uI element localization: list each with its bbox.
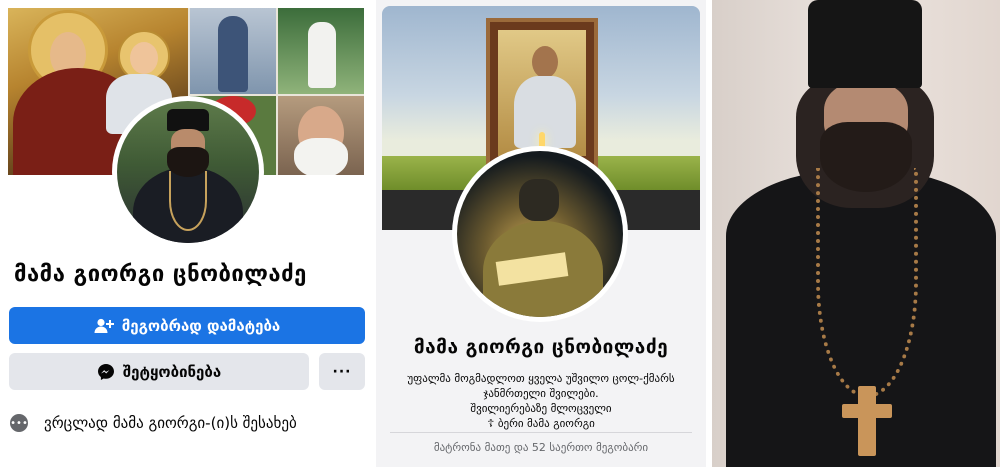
profile-name: მამა გიორგი ცნობილაძე: [14, 262, 307, 287]
add-friend-label: მეგობრად დამატება: [121, 316, 281, 335]
profile-avatar[interactable]: [112, 96, 264, 248]
cover-elder-image: [278, 96, 364, 175]
pectoral-cross: [858, 386, 876, 456]
more-icon: ···: [332, 363, 352, 380]
about-label: ვრცლად მამა გიორგი-(ი)ს შესახებ: [44, 414, 297, 432]
about-link[interactable]: ••• ვრცლად მამა გიორგი-(ი)ს შესახებ: [10, 414, 366, 432]
bio-line: უფალმა მოგმადლოთ ყველა უშვილო ცოლ-ქმარს: [407, 372, 675, 385]
priest-photo: [712, 0, 1000, 467]
profile-screenshot-1: მამა გიორგი ცნობილაძე მეგობრად დამატება …: [0, 0, 370, 467]
bio-line: შვილიერებაზე მლოცველი: [470, 402, 612, 415]
add-friend-button[interactable]: მეგობრად დამატება: [9, 307, 365, 344]
mutual-friends-link[interactable]: მატრონა მათე და 52 საერთო მეგობარი: [376, 441, 706, 454]
bio-line: ჯანმრთელი შვილები.: [483, 387, 599, 400]
messenger-icon: [97, 363, 115, 381]
message-button[interactable]: შეტყობინება: [9, 353, 309, 390]
profile-screenshot-2: მამა გიორგი ცნობილაძე უფალმა მოგმადლოთ ყ…: [376, 0, 706, 467]
divider: [390, 432, 692, 433]
cover-statue-image: [278, 8, 364, 94]
cover-saint-image: [190, 8, 276, 94]
profile-name: მამა გიორგი ცნობილაძე: [413, 336, 669, 358]
profile-avatar[interactable]: [452, 146, 628, 322]
pectoral-chain: [816, 168, 918, 398]
profile-bio: უფალმა მოგმადლოთ ყველა უშვილო ცოლ-ქმარს …: [376, 371, 706, 431]
ellipsis-icon: •••: [10, 414, 28, 432]
more-options-button[interactable]: ···: [319, 353, 365, 390]
bio-line: ☦ ბერი მამა გიორგი: [487, 417, 595, 430]
add-friend-icon: [94, 318, 114, 334]
message-label: შეტყობინება: [122, 362, 222, 381]
kamilavka-hat: [808, 0, 922, 88]
